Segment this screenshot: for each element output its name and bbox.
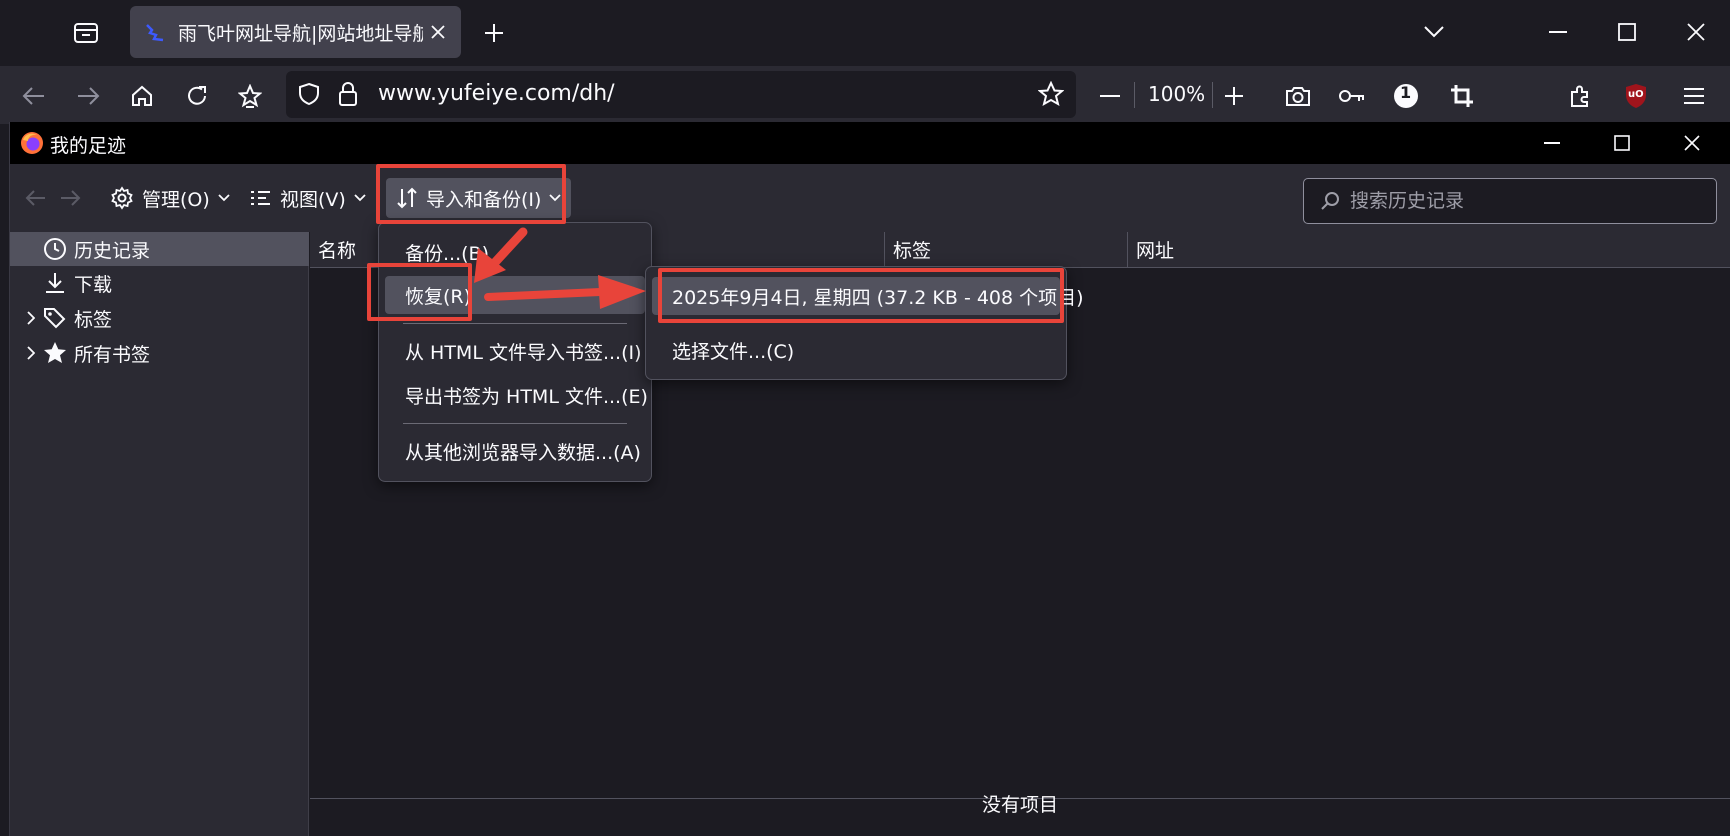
screenshot-icon[interactable] xyxy=(1280,78,1316,114)
library-title: 我的足迹 xyxy=(50,135,127,157)
zoom-separator-2 xyxy=(1212,82,1213,108)
url-bar[interactable]: www.yufeiye.com/dh/ xyxy=(286,71,1076,118)
library-minimize-icon[interactable] xyxy=(1532,126,1572,160)
view-button[interactable]: 视图(V) xyxy=(250,178,366,218)
shield-icon[interactable] xyxy=(298,82,320,111)
library-titlebar: 我的足迹 xyxy=(10,122,1730,164)
nav-bar: www.yufeiye.com/dh/ 100% 1 uO xyxy=(0,66,1730,124)
import-backup-button[interactable]: 导入和备份(I) xyxy=(386,178,572,218)
forward-icon[interactable] xyxy=(70,78,106,114)
restore-submenu: 2025年9月4日, 星期四 (37.2 KB - 408 个项目) 选择文件.… xyxy=(645,266,1084,380)
menu-item-import-other-browser[interactable]: 从其他浏览器导入数据...(A) xyxy=(385,432,645,470)
lock-icon[interactable] xyxy=(338,81,358,112)
sidebar-item-all-bookmarks[interactable]: 所有书签 xyxy=(10,336,309,370)
list-all-tabs-icon[interactable] xyxy=(1414,14,1454,50)
import-backup-menu: 备份...(B) 恢复(R) 从 HTML 文件导入书签...(I) 导出书签为… xyxy=(378,222,652,482)
url-text[interactable]: www.yufeiye.com/dh/ xyxy=(378,81,615,106)
zoom-in-icon[interactable] xyxy=(1216,78,1252,114)
star-icon xyxy=(42,340,68,366)
submenu-item-backup-entry[interactable]: 2025年9月4日, 星期四 (37.2 KB - 408 个项目) xyxy=(652,277,1084,315)
ublock-label: uO xyxy=(1628,89,1644,100)
menu-item-export-html[interactable]: 导出书签为 HTML 文件...(E) xyxy=(385,376,648,414)
firefox-view-icon[interactable] xyxy=(70,17,102,49)
menu-separator xyxy=(403,323,627,324)
import-backup-label: 导入和备份(I) xyxy=(426,188,542,211)
maximize-icon[interactable] xyxy=(1607,14,1647,50)
library-sidebar: 历史记录 下载 标签 所有书签 xyxy=(10,232,309,836)
chevron-right-icon[interactable] xyxy=(20,346,42,360)
sidebar-item-label: 标签 xyxy=(74,308,113,331)
column-header-url[interactable]: 网址 xyxy=(1128,232,1730,268)
view-label: 视图(V) xyxy=(280,188,346,211)
tab-close-icon[interactable] xyxy=(423,17,453,47)
hamburger-menu-icon[interactable] xyxy=(1676,78,1712,114)
history-search-input[interactable] xyxy=(1350,190,1690,212)
home-icon[interactable] xyxy=(124,78,160,114)
site-favicon-icon xyxy=(146,24,164,42)
sidebar-item-tags[interactable]: 标签 xyxy=(10,301,309,335)
extensions-puzzle-icon[interactable] xyxy=(1562,78,1598,114)
tab-title: 雨飞叶网址导航|网站地址导航 xyxy=(178,22,423,45)
gear-icon xyxy=(111,186,133,210)
minimize-icon[interactable] xyxy=(1538,14,1578,50)
active-tab[interactable]: 雨飞叶网址导航|网站地址导航 xyxy=(130,6,461,58)
reload-icon[interactable] xyxy=(179,78,215,114)
menu-item-backup[interactable]: 备份...(B) xyxy=(385,233,645,271)
bookmark-star-icon[interactable] xyxy=(1037,80,1065,112)
library-forward-icon[interactable] xyxy=(54,182,86,214)
menu-separator xyxy=(403,423,627,424)
chevron-down-icon xyxy=(218,194,230,202)
manage-button[interactable]: 管理(O) xyxy=(110,178,230,218)
menu-item-import-html[interactable]: 从 HTML 文件导入书签...(I) xyxy=(385,332,645,370)
column-header-tags[interactable]: 标签 xyxy=(885,232,1128,268)
sidebar-item-label: 下载 xyxy=(74,273,113,296)
menu-item-restore[interactable]: 恢复(R) xyxy=(385,276,645,314)
library-close-icon[interactable] xyxy=(1672,126,1712,160)
import-export-arrows-icon xyxy=(397,187,417,209)
submenu-item-choose-file[interactable]: 选择文件...(C) xyxy=(652,331,1060,369)
zoom-level[interactable]: 100% xyxy=(1148,82,1205,106)
library-window: 我的足迹 管理(O) 视图(V) 导入和备份(I) 搜索历史记录 历史记录 下载… xyxy=(9,122,1730,836)
history-search-box[interactable] xyxy=(1303,178,1717,224)
empty-list-message: 没有项目 xyxy=(982,794,1059,816)
manage-label: 管理(O) xyxy=(142,188,210,211)
list-icon xyxy=(251,191,270,205)
chevron-right-icon[interactable] xyxy=(20,311,42,325)
password-key-icon[interactable] xyxy=(1334,78,1370,114)
close-window-icon[interactable] xyxy=(1676,14,1716,50)
zoom-out-icon[interactable] xyxy=(1092,78,1128,114)
bookmarks-menu-icon[interactable] xyxy=(232,78,268,114)
extension-badge-count: 1 xyxy=(1400,83,1412,102)
extension-badge-icon[interactable]: 1 xyxy=(1388,78,1424,114)
library-toolbar: 管理(O) 视图(V) 导入和备份(I) xyxy=(10,164,1730,232)
download-icon xyxy=(42,270,68,296)
library-back-icon[interactable] xyxy=(20,182,52,214)
tags-icon xyxy=(42,305,68,331)
library-maximize-icon[interactable] xyxy=(1602,126,1642,160)
zoom-separator xyxy=(1134,82,1135,108)
ublock-origin-icon[interactable]: uO xyxy=(1618,78,1654,114)
sidebar-item-downloads[interactable]: 下载 xyxy=(10,266,309,300)
new-tab-icon[interactable] xyxy=(478,17,510,49)
sidebar-item-label: 所有书签 xyxy=(74,343,151,366)
sidebar-item-history[interactable]: 历史记录 xyxy=(10,232,309,266)
search-icon xyxy=(1321,192,1339,210)
clock-icon xyxy=(42,236,68,262)
restore-label: 恢复(R) xyxy=(405,285,472,308)
back-icon[interactable] xyxy=(16,78,52,114)
chevron-down-icon xyxy=(354,194,366,202)
sidebar-item-label: 历史记录 xyxy=(74,239,151,262)
firefox-logo-icon xyxy=(21,132,43,154)
tab-bar: 雨飞叶网址导航|网站地址导航 xyxy=(0,0,1730,66)
crop-icon[interactable] xyxy=(1444,78,1480,114)
chevron-down-icon xyxy=(549,194,562,202)
